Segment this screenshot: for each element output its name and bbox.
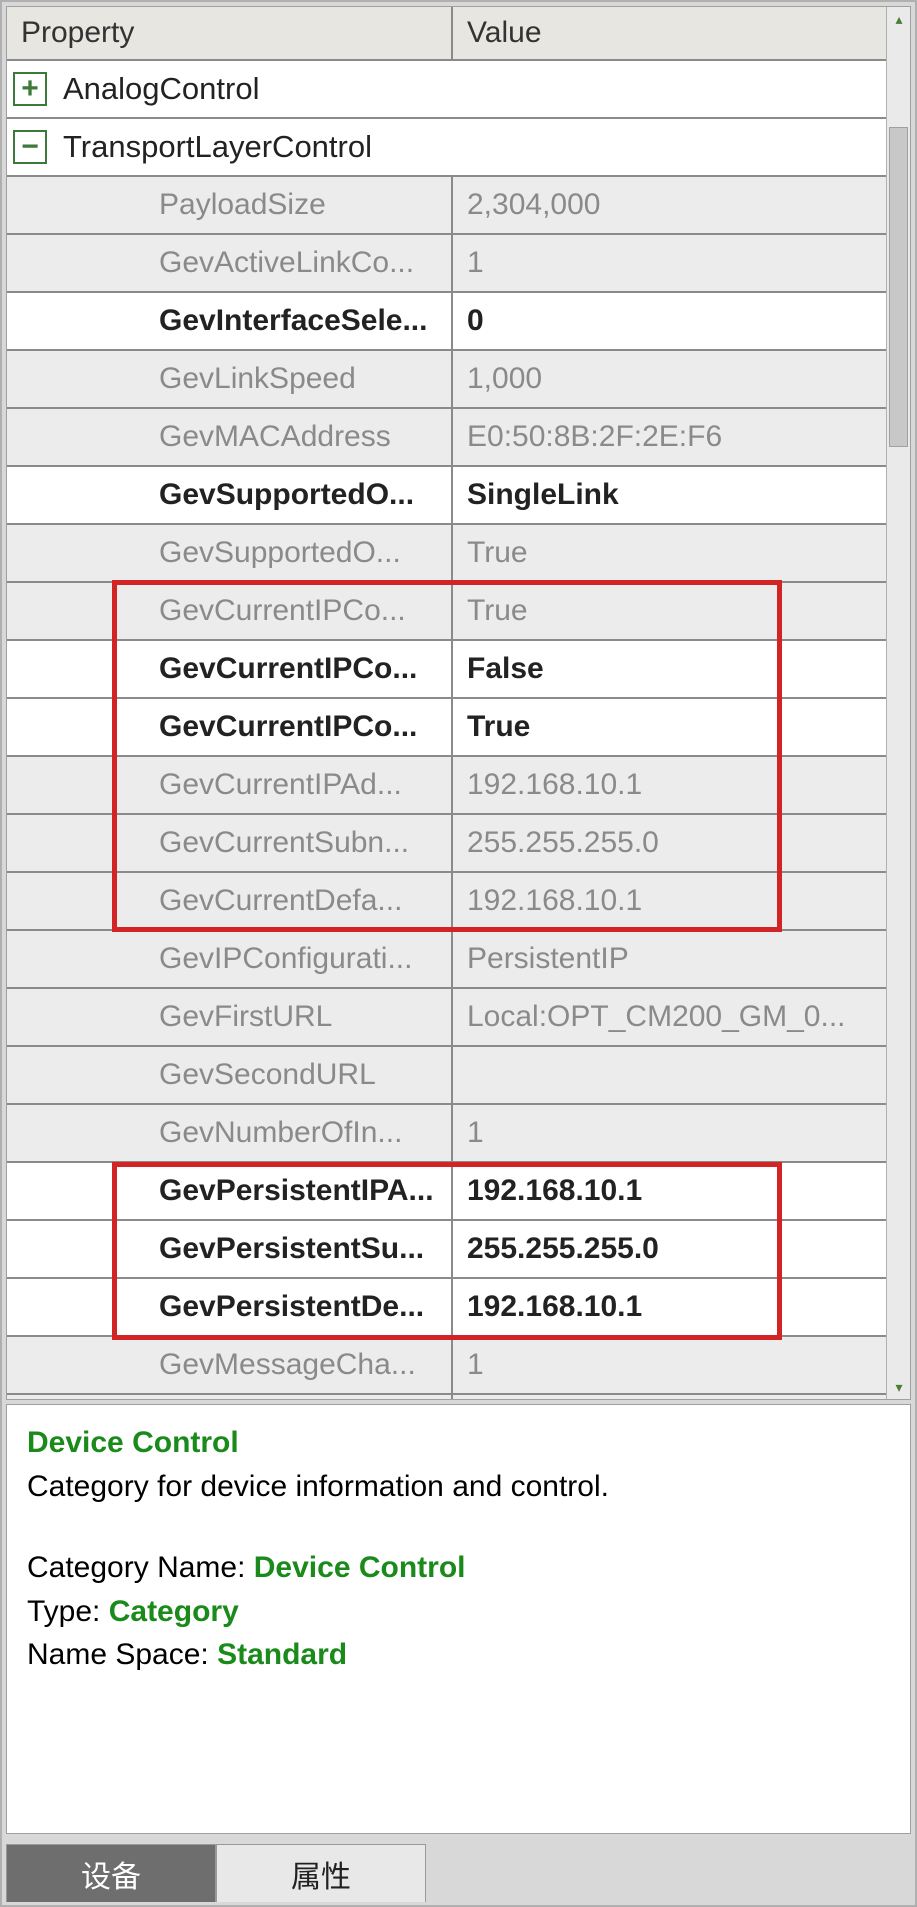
tab-properties[interactable]: 属性 bbox=[216, 1844, 426, 1902]
prop-gev-current-subnet[interactable]: GevCurrentSubn... 255.255.255.0 bbox=[7, 815, 886, 873]
prop-value: 2,304,000 bbox=[453, 177, 886, 233]
prop-label: GevCurrentDefa... bbox=[7, 873, 453, 929]
prop-label: GevSecondURL bbox=[7, 1047, 453, 1103]
prop-value: 192.168.10.1 bbox=[453, 873, 886, 929]
prop-gev-persistent-ip-address[interactable]: GevPersistentIPA... 192.168.10.1 bbox=[7, 1163, 886, 1221]
category-transport-layer-control[interactable]: − TransportLayerControl bbox=[7, 119, 886, 177]
prop-value: 1 bbox=[453, 1395, 886, 1399]
prop-gev-link-speed[interactable]: GevLinkSpeed 1,000 bbox=[7, 351, 886, 409]
prop-gev-persistent-subnet[interactable]: GevPersistentSu... 255.255.255.0 bbox=[7, 1221, 886, 1279]
scroll-thumb[interactable] bbox=[889, 127, 908, 447]
category-name-label: Category Name: bbox=[27, 1551, 254, 1584]
prop-gev-message-channel[interactable]: GevMessageCha... 1 bbox=[7, 1337, 886, 1395]
prop-label: GevPersistentIPA... bbox=[7, 1163, 453, 1219]
prop-label: GevFirstURL bbox=[7, 989, 453, 1045]
description-panel: Device Control Category for device infor… bbox=[6, 1404, 911, 1834]
prop-value: PersistentIP bbox=[453, 931, 886, 987]
description-title: Device Control bbox=[27, 1426, 239, 1459]
prop-label: GevCurrentIPCo... bbox=[7, 699, 453, 755]
prop-gev-ip-configuration[interactable]: GevIPConfigurati... PersistentIP bbox=[7, 931, 886, 989]
prop-value: 192.168.10.1 bbox=[453, 757, 886, 813]
prop-label: GevSupportedO... bbox=[7, 525, 453, 581]
prop-label: PayloadSize bbox=[7, 177, 453, 233]
description-summary: Category for device information and cont… bbox=[27, 1465, 890, 1509]
bottom-tabs: 设备 属性 bbox=[2, 1838, 915, 1902]
scroll-up-icon[interactable]: ▴ bbox=[887, 7, 911, 31]
prop-gev-mac-address[interactable]: GevMACAddress E0:50:8B:2F:2E:F6 bbox=[7, 409, 886, 467]
prop-label: GevActiveLinkCo... bbox=[7, 235, 453, 291]
prop-gev-current-ip-config-1[interactable]: GevCurrentIPCo... True bbox=[7, 583, 886, 641]
prop-value[interactable]: True bbox=[453, 699, 886, 755]
prop-value: Local:OPT_CM200_GM_0... bbox=[453, 989, 886, 1045]
prop-label: GevInterfaceSele... bbox=[7, 293, 453, 349]
prop-value[interactable]: 192.168.10.1 bbox=[453, 1163, 886, 1219]
prop-value: True bbox=[453, 525, 886, 581]
prop-gev-current-ip-config-3[interactable]: GevCurrentIPCo... True bbox=[7, 699, 886, 757]
prop-value: 1 bbox=[453, 235, 886, 291]
prop-label: GevLinkSpeed bbox=[7, 351, 453, 407]
prop-label: GevPersistentDe... bbox=[7, 1279, 453, 1335]
tab-device[interactable]: 设备 bbox=[6, 1844, 216, 1902]
prop-value: 255.255.255.0 bbox=[453, 815, 886, 871]
grid-rows: + AnalogControl − TransportLayerControl … bbox=[7, 61, 886, 1399]
prop-label: GevNumberOfIn... bbox=[7, 1105, 453, 1161]
prop-gev-supported-option-1[interactable]: GevSupportedO... SingleLink bbox=[7, 467, 886, 525]
prop-value: 1,000 bbox=[453, 351, 886, 407]
prop-gev-current-default-gateway[interactable]: GevCurrentDefa... 192.168.10.1 bbox=[7, 873, 886, 931]
vertical-scrollbar[interactable]: ▴ ▾ bbox=[886, 7, 910, 1399]
prop-label: GevSupportedO... bbox=[7, 467, 453, 523]
property-grid-container: Property Value + AnalogControl − Transpo… bbox=[6, 6, 911, 1400]
prop-label: GevMACAddress bbox=[7, 409, 453, 465]
prop-label: GevCurrentIPAd... bbox=[7, 757, 453, 813]
prop-gev-second-url[interactable]: GevSecondURL bbox=[7, 1047, 886, 1105]
prop-payload-size[interactable]: PayloadSize 2,304,000 bbox=[7, 177, 886, 235]
expand-icon[interactable]: + bbox=[13, 72, 47, 106]
prop-value[interactable]: 192.168.10.1 bbox=[453, 1279, 886, 1335]
prop-label: GevCurrentIPCo... bbox=[7, 583, 453, 639]
prop-gev-interface-selector[interactable]: GevInterfaceSele... 0 bbox=[7, 293, 886, 351]
prop-value[interactable]: False bbox=[453, 641, 886, 697]
prop-gev-first-url[interactable]: GevFirstURL Local:OPT_CM200_GM_0... bbox=[7, 989, 886, 1047]
prop-gev-active-link-count[interactable]: GevActiveLinkCo... 1 bbox=[7, 235, 886, 293]
prop-label: GevStreamChan... bbox=[7, 1395, 453, 1399]
prop-value: E0:50:8B:2F:2E:F6 bbox=[453, 409, 886, 465]
prop-label: GevCurrentIPCo... bbox=[7, 641, 453, 697]
category-name-value: Device Control bbox=[254, 1551, 466, 1584]
prop-value: True bbox=[453, 583, 886, 639]
namespace-value: Standard bbox=[217, 1638, 347, 1671]
prop-gev-stream-channel[interactable]: GevStreamChan... 1 bbox=[7, 1395, 886, 1399]
category-label: AnalogControl bbox=[63, 71, 259, 107]
property-grid: Property Value + AnalogControl − Transpo… bbox=[7, 7, 886, 1399]
column-header-property[interactable]: Property bbox=[7, 7, 453, 59]
prop-label: GevIPConfigurati... bbox=[7, 931, 453, 987]
prop-value bbox=[453, 1047, 886, 1103]
prop-value[interactable]: 0 bbox=[453, 293, 886, 349]
scroll-down-icon[interactable]: ▾ bbox=[887, 1375, 911, 1399]
prop-gev-persistent-default-gateway[interactable]: GevPersistentDe... 192.168.10.1 bbox=[7, 1279, 886, 1337]
grid-header: Property Value bbox=[7, 7, 886, 61]
prop-label: GevPersistentSu... bbox=[7, 1221, 453, 1277]
collapse-icon[interactable]: − bbox=[13, 130, 47, 164]
prop-gev-supported-option-2[interactable]: GevSupportedO... True bbox=[7, 525, 886, 583]
property-panel: Property Value + AnalogControl − Transpo… bbox=[0, 0, 917, 1907]
prop-gev-current-ip-config-2[interactable]: GevCurrentIPCo... False bbox=[7, 641, 886, 699]
prop-gev-current-ip-address[interactable]: GevCurrentIPAd... 192.168.10.1 bbox=[7, 757, 886, 815]
column-header-value[interactable]: Value bbox=[453, 7, 886, 59]
category-analog-control[interactable]: + AnalogControl bbox=[7, 61, 886, 119]
prop-gev-number-of-interfaces[interactable]: GevNumberOfIn... 1 bbox=[7, 1105, 886, 1163]
prop-value[interactable]: 255.255.255.0 bbox=[453, 1221, 886, 1277]
prop-label: GevCurrentSubn... bbox=[7, 815, 453, 871]
prop-value: 1 bbox=[453, 1337, 886, 1393]
prop-value: 1 bbox=[453, 1105, 886, 1161]
prop-label: GevMessageCha... bbox=[7, 1337, 453, 1393]
prop-value[interactable]: SingleLink bbox=[453, 467, 886, 523]
type-value: Category bbox=[109, 1595, 239, 1628]
namespace-label: Name Space: bbox=[27, 1638, 217, 1671]
type-label: Type: bbox=[27, 1595, 109, 1628]
category-label: TransportLayerControl bbox=[63, 129, 372, 165]
